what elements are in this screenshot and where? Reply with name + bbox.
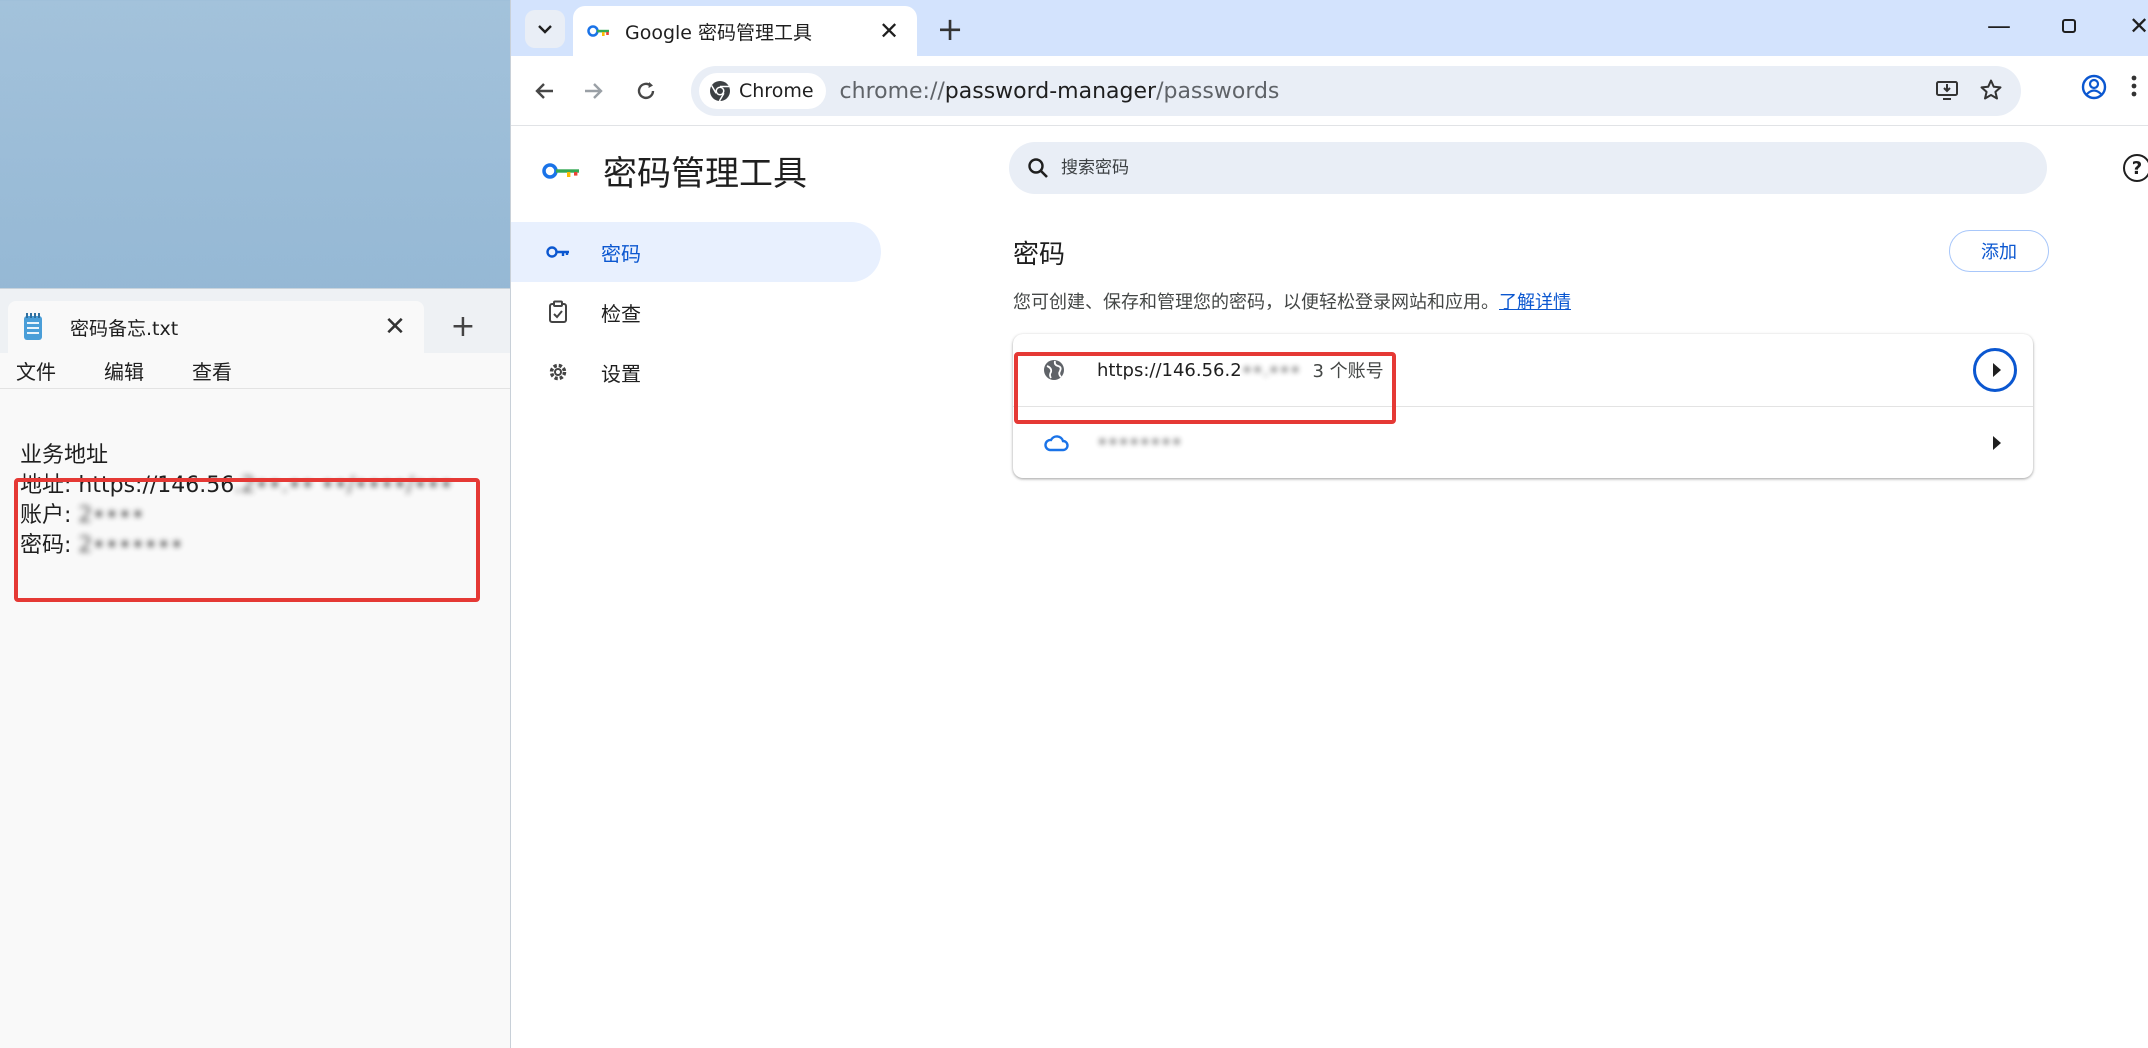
password-manager-page: 密码管理工具 ? 密码 检查 (511, 126, 2148, 1048)
browser-tab[interactable]: Google 密码管理工具 ✕ (573, 6, 917, 56)
key-icon (587, 24, 611, 38)
profile-avatar-icon[interactable] (2081, 74, 2107, 107)
search-input[interactable] (1061, 158, 1961, 178)
sidebar-nav: 密码 检查 设置 (511, 222, 881, 402)
reload-icon[interactable] (629, 74, 663, 108)
cloud-icon (1043, 434, 1069, 452)
menu-file[interactable]: 文件 (16, 356, 56, 385)
page-title: 密码管理工具 (603, 154, 807, 194)
pm-header: 密码管理工具 (541, 146, 807, 195)
chevron-down-icon (538, 25, 552, 34)
more-menu-icon[interactable] (2131, 74, 2137, 105)
sidebar-item-label: 检查 (601, 301, 641, 326)
url-text: chrome://password-manager/passwords (839, 78, 1280, 104)
notepad-tab-title: 密码备忘.txt (70, 317, 179, 340)
entry-site: •••••••• (1097, 432, 1182, 453)
chrome-logo-icon (710, 81, 730, 102)
add-password-button[interactable]: 添加 (1949, 230, 2049, 272)
new-tab-button[interactable]: + (933, 10, 967, 48)
back-icon[interactable] (527, 74, 561, 108)
section-description: 您可创建、保存和管理您的密码，以便轻松登录网站和应用。了解详情 (1013, 292, 1571, 313)
menu-edit[interactable]: 编辑 (104, 356, 144, 385)
sidebar-item-label: 设置 (601, 361, 641, 386)
sidebar-item-label: 密码 (601, 241, 641, 266)
key-icon (545, 245, 571, 259)
window-close-icon[interactable]: ✕ (2119, 12, 2148, 40)
chrome-window: Google 密码管理工具 ✕ + — ✕ Chrome chrome://pa… (510, 0, 2148, 1048)
password-manager-logo-icon (542, 162, 579, 179)
notepad-tab[interactable]: 密码备忘.txt ✕ (8, 301, 424, 353)
minimize-icon[interactable]: — (1979, 12, 2019, 40)
gear-icon (545, 361, 571, 383)
tab-title: Google 密码管理工具 (625, 21, 813, 44)
annotation-highlight-chrome (1014, 352, 1396, 424)
sidebar-item-checkup[interactable]: 检查 (511, 282, 881, 342)
learn-more-link[interactable]: 了解详情 (1499, 292, 1571, 313)
notepad-icon (22, 313, 44, 341)
section-title: 密码 (1013, 240, 1066, 270)
search-icon (1027, 157, 1049, 179)
annotation-highlight-notepad (14, 478, 480, 602)
sidebar-item-settings[interactable]: 设置 (511, 342, 881, 402)
tab-search-button[interactable] (525, 10, 565, 48)
notepad-tabbar: 密码备忘.txt ✕ + (0, 289, 510, 353)
forward-icon[interactable] (577, 74, 611, 108)
chip-label: Chrome (739, 80, 814, 102)
notepad-menubar: 文件 编辑 查看 (0, 353, 510, 389)
chevron-right-icon[interactable] (1973, 421, 2017, 465)
tab-strip: Google 密码管理工具 ✕ + — ✕ (511, 0, 2148, 56)
text-heading: 业务地址 (20, 443, 109, 468)
install-app-icon[interactable] (1935, 78, 1959, 108)
sidebar-item-passwords[interactable]: 密码 (511, 222, 881, 282)
maximize-icon[interactable] (2049, 12, 2089, 40)
new-tab-button[interactable]: + (448, 309, 478, 344)
chevron-right-icon[interactable] (1973, 348, 2017, 392)
search-box[interactable] (1009, 142, 2047, 194)
clipboard-check-icon (545, 300, 571, 324)
menu-view[interactable]: 查看 (192, 356, 232, 385)
help-icon[interactable]: ? (2123, 154, 2148, 182)
omnibox[interactable]: Chrome chrome://password-manager/passwor… (691, 66, 2021, 116)
notepad-window: 密码备忘.txt ✕ + 文件 编辑 查看 业务地址 地址: https://1… (0, 288, 510, 1048)
close-icon[interactable]: ✕ (875, 17, 903, 45)
browser-toolbar: Chrome chrome://password-manager/passwor… (511, 56, 2148, 126)
chrome-chip[interactable]: Chrome (699, 73, 826, 109)
bookmark-star-icon[interactable] (1979, 78, 2003, 108)
close-icon[interactable]: ✕ (380, 312, 410, 342)
